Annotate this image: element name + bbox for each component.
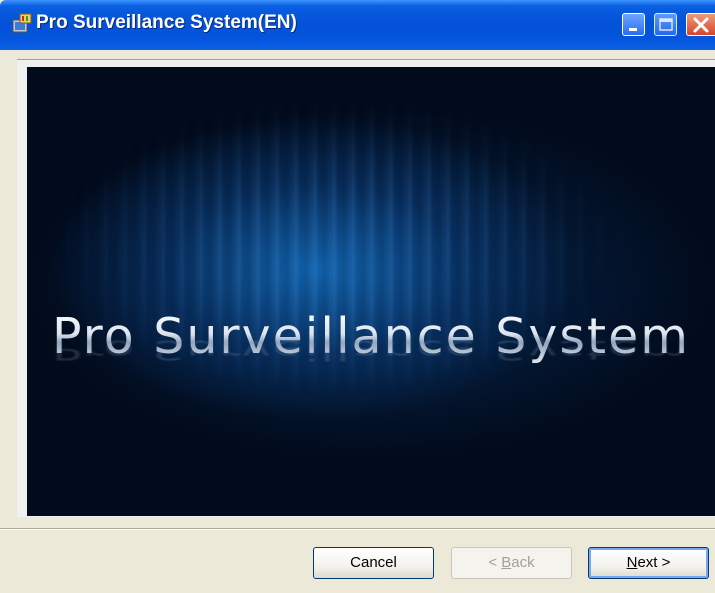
- next-button-rest: ext >: [637, 554, 671, 571]
- maximize-button[interactable]: [654, 13, 677, 36]
- installer-icon[interactable]: [11, 12, 33, 34]
- back-button-rest: ack: [511, 554, 535, 571]
- close-button[interactable]: [686, 13, 715, 36]
- installer-window: Pro Surveillance System(EN) Pro Surveill…: [0, 0, 715, 593]
- next-button-hotkey: N: [626, 554, 638, 571]
- title-bar[interactable]: Pro Surveillance System(EN): [0, 0, 715, 50]
- banner-light-streaks: [27, 67, 715, 516]
- minimize-icon: [629, 28, 637, 31]
- next-button[interactable]: Next >: [588, 547, 709, 579]
- banner-title-reflection: Pro Surveillance System: [51, 334, 691, 366]
- back-button[interactable]: < Back: [451, 547, 572, 579]
- maximize-icon: [659, 18, 673, 31]
- cancel-button-label: Cancel: [350, 554, 397, 571]
- back-button-hotkey: B: [501, 554, 512, 571]
- divider-highlight: [0, 529, 715, 530]
- window-title: Pro Surveillance System(EN): [36, 12, 297, 33]
- back-button-prefix: <: [488, 554, 502, 571]
- cancel-button[interactable]: Cancel: [313, 547, 434, 579]
- splash-banner: Pro Surveillance System Pro Surveillance…: [27, 67, 715, 516]
- minimize-button[interactable]: [622, 13, 645, 36]
- close-icon: [693, 17, 709, 33]
